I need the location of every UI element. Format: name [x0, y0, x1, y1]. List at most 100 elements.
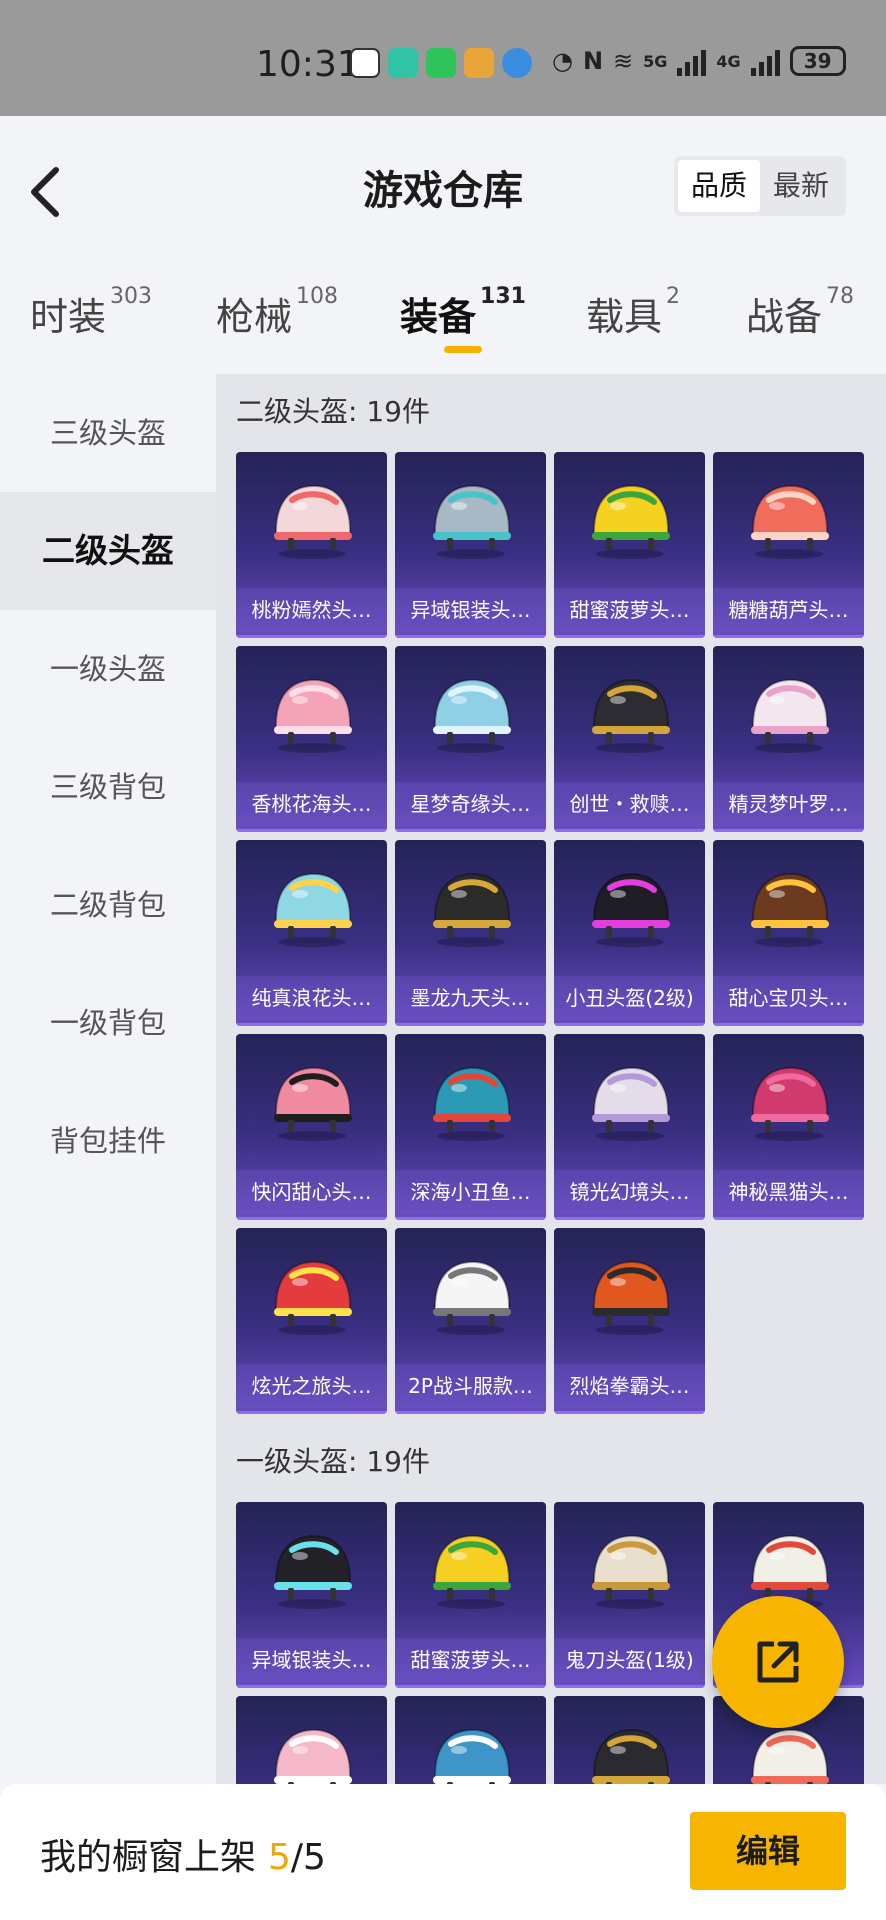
- speed-icon: ◔: [552, 47, 573, 75]
- item-name: 神秘黑猫头…: [713, 1170, 864, 1214]
- item-name: 烈焰拳霸头…: [554, 1364, 705, 1408]
- sidebar-item[interactable]: 一级头盔: [0, 610, 216, 728]
- sidebar-item[interactable]: 二级头盔: [0, 492, 216, 610]
- item-name: 2P战斗服款…: [395, 1364, 546, 1408]
- section-title: 二级头盔: 19件: [236, 395, 430, 428]
- item-name: 创世・救赎…: [554, 782, 705, 826]
- item-name: 精灵梦叶罗…: [713, 782, 864, 826]
- sidebar-item[interactable]: 一级背包: [0, 964, 216, 1082]
- item-card[interactable]: 香桃花海头…: [236, 646, 387, 832]
- item-card[interactable]: [554, 1696, 705, 1784]
- helmet-image: [433, 678, 511, 753]
- network-5g-label: 5G: [643, 51, 668, 71]
- item-card[interactable]: 2P战斗服款…: [395, 1228, 546, 1414]
- helmet-image: [592, 1728, 670, 1784]
- item-card[interactable]: 异域银装头…: [395, 452, 546, 638]
- item-grid-area[interactable]: 二级头盔: 19件 桃粉嫣然头… 异域银装头… 甜蜜菠萝头… 糖糖葫芦头… 香桃花海头… 星…: [216, 374, 886, 1784]
- item-card[interactable]: 快闪甜心头…: [236, 1034, 387, 1220]
- sort-option-quality[interactable]: 品质: [678, 160, 760, 212]
- showcase-status: 我的橱窗上架 5/5: [40, 1828, 326, 1880]
- sidebar-item[interactable]: 三级头盔: [0, 374, 216, 492]
- tab-count: 78: [826, 284, 855, 309]
- edit-button[interactable]: 编辑: [690, 1812, 846, 1890]
- item-card[interactable]: 精灵梦叶罗…: [713, 646, 864, 832]
- item-name: 小丑头盔(2级): [554, 976, 705, 1020]
- qq-icon: [350, 48, 380, 78]
- item-card[interactable]: 糖糖葫芦头…: [713, 452, 864, 638]
- tab-count: 131: [480, 284, 526, 309]
- sort-toggle[interactable]: 品质 最新: [674, 156, 846, 216]
- item-card[interactable]: 神秘黑猫头…: [713, 1034, 864, 1220]
- tab-count: 303: [110, 284, 153, 309]
- item-card[interactable]: 小丑头盔(2级): [554, 840, 705, 1026]
- item-card[interactable]: 桃粉嫣然头…: [236, 452, 387, 638]
- item-card[interactable]: 镜光幻境头…: [554, 1034, 705, 1220]
- sub-category-sidebar: 三级头盔 二级头盔 一级头盔 三级背包 二级背包 一级背包 背包挂件: [0, 374, 216, 1784]
- sidebar-item[interactable]: 二级背包: [0, 846, 216, 964]
- helmet-image: [592, 1066, 670, 1141]
- tab-label: 装备: [400, 295, 477, 339]
- tab-count: 108: [296, 284, 339, 309]
- showcase-label: 我的橱窗上架: [40, 1837, 257, 1878]
- active-tab-indicator: [444, 346, 482, 353]
- item-name: 异域银装头…: [395, 588, 546, 632]
- helmet-image: [274, 484, 352, 559]
- item-card[interactable]: 烈焰拳霸头…: [554, 1228, 705, 1414]
- system-icons: ◔ N ≋ 5G 4G 39: [552, 46, 846, 76]
- network-4g-label: 4G: [716, 51, 741, 71]
- item-card[interactable]: 鬼刀头盔(1级): [554, 1502, 705, 1688]
- category-tabs: 时装 303 枪械 108 装备 131 载具 2 战备 78: [0, 276, 886, 366]
- signal-icon: [677, 46, 707, 76]
- tab-equipment[interactable]: 装备 131: [400, 284, 526, 341]
- tab-vehicles[interactable]: 载具 2: [586, 284, 680, 341]
- tab-fashion[interactable]: 时装 303: [30, 284, 153, 341]
- item-name: 香桃花海头…: [236, 782, 387, 826]
- item-card[interactable]: 纯真浪花头…: [236, 840, 387, 1026]
- item-card[interactable]: 深海小丑鱼…: [395, 1034, 546, 1220]
- item-name: 鬼刀头盔(1级): [554, 1638, 705, 1682]
- item-name: 桃粉嫣然头…: [236, 588, 387, 632]
- share-button[interactable]: [712, 1596, 844, 1728]
- item-card[interactable]: 甜心宝贝头…: [713, 840, 864, 1026]
- bottom-bar: 我的橱窗上架 5/5 编辑: [0, 1784, 886, 1920]
- helmet-image: [274, 1534, 352, 1609]
- nfc-icon: N: [582, 47, 604, 75]
- item-name: 甜心宝贝头…: [713, 976, 864, 1020]
- item-name: 糖糖葫芦头…: [713, 588, 864, 632]
- sort-option-newest[interactable]: 最新: [760, 160, 842, 212]
- item-card[interactable]: [395, 1696, 546, 1784]
- helmet-image: [433, 484, 511, 559]
- browser-icon: [502, 48, 532, 78]
- helmet-image: [592, 484, 670, 559]
- tab-label: 枪械: [216, 295, 293, 339]
- item-card[interactable]: 炫光之旅头…: [236, 1228, 387, 1414]
- item-card[interactable]: 墨龙九天头…: [395, 840, 546, 1026]
- item-card[interactable]: 创世・救赎…: [554, 646, 705, 832]
- item-card[interactable]: 甜蜜菠萝头…: [395, 1502, 546, 1688]
- tab-label: 战备: [746, 295, 823, 339]
- item-name: 炫光之旅头…: [236, 1364, 387, 1408]
- item-card[interactable]: 甜蜜菠萝头…: [554, 452, 705, 638]
- helmet-image: [433, 1728, 511, 1784]
- sidebar-item[interactable]: 背包挂件: [0, 1082, 216, 1200]
- helmet-image: [751, 678, 829, 753]
- showcase-total: /5: [290, 1837, 326, 1878]
- item-card[interactable]: 星梦奇缘头…: [395, 646, 546, 832]
- helmet-image: [274, 872, 352, 947]
- status-bar: 10:31 ◔ N ≋ 5G 4G 39: [0, 0, 886, 116]
- item-card[interactable]: 异域银装头…: [236, 1502, 387, 1688]
- helmet-image: [433, 872, 511, 947]
- helmet-image: [433, 1260, 511, 1335]
- helmet-image: [274, 1066, 352, 1141]
- item-card[interactable]: [236, 1696, 387, 1784]
- tab-supplies[interactable]: 战备 78: [746, 284, 855, 341]
- item-name: 快闪甜心头…: [236, 1170, 387, 1214]
- sidebar-item[interactable]: 三级背包: [0, 728, 216, 846]
- shield-app-icon: [388, 48, 418, 78]
- helmet-image: [751, 484, 829, 559]
- helmet-image: [592, 1534, 670, 1609]
- item-name: 墨龙九天头…: [395, 976, 546, 1020]
- tab-guns[interactable]: 枪械 108: [216, 284, 339, 341]
- item-grid: 桃粉嫣然头… 异域银装头… 甜蜜菠萝头… 糖糖葫芦头… 香桃花海头… 星梦奇缘头… 创世・救…: [236, 452, 864, 1414]
- notification-icons: [350, 48, 532, 78]
